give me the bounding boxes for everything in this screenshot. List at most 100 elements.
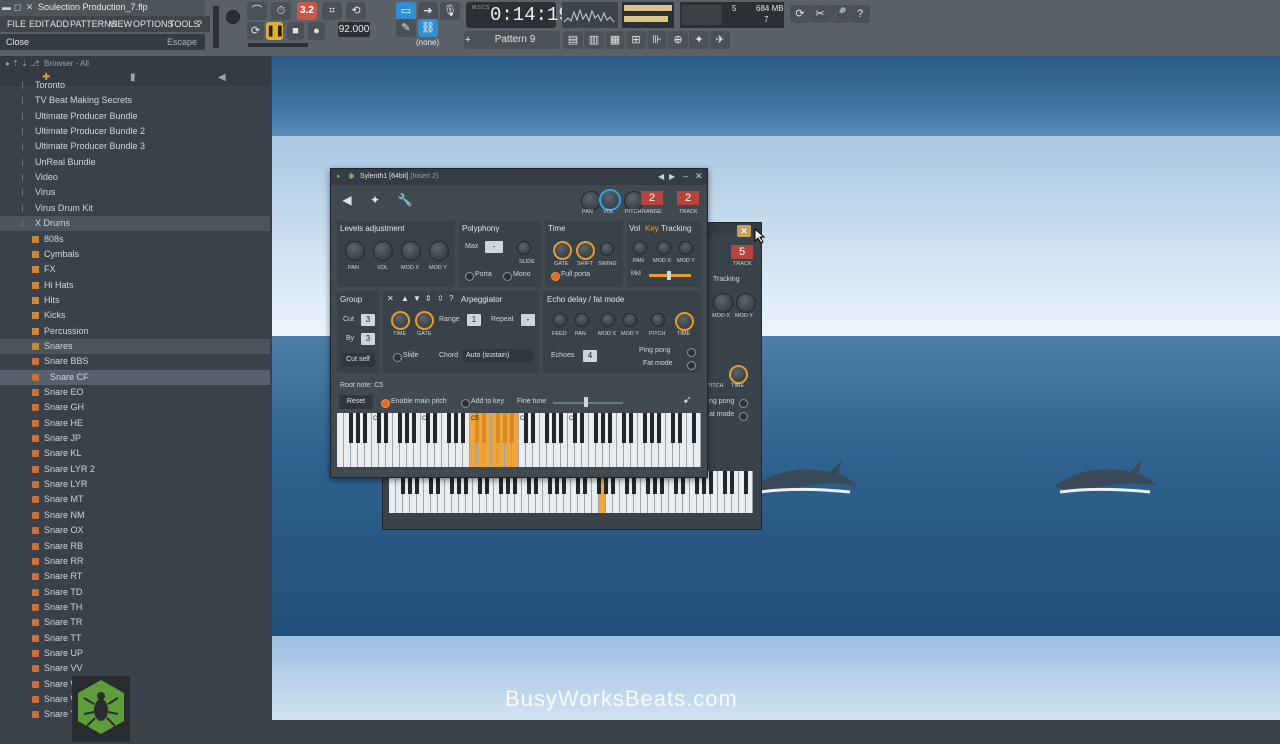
browser-folder[interactable]: UnReal Bundle	[0, 155, 270, 170]
black-key[interactable]	[608, 413, 612, 443]
record-icon[interactable]: ●	[308, 22, 325, 40]
arp-up-icon[interactable]: ▲	[401, 294, 409, 303]
browser-file[interactable]: Snare VV	[0, 661, 270, 676]
black-key[interactable]	[671, 413, 675, 443]
plugin-settings-icon[interactable]: ✦	[365, 191, 385, 209]
black-key[interactable]	[482, 413, 486, 443]
browser-file[interactable]: Snare LYR 2	[0, 462, 270, 477]
minimize-icon[interactable]: ▬	[1, 2, 12, 13]
gear-icon[interactable]: ✱	[348, 172, 355, 181]
speaker-icon[interactable]: ◀	[337, 191, 357, 209]
browser-file[interactable]: Snare HE	[0, 416, 270, 431]
prev-preset-icon[interactable]: ◀	[658, 172, 664, 181]
add-to-key-toggle[interactable]	[461, 399, 470, 408]
tracking-mod-y-knob[interactable]	[679, 241, 693, 255]
typing-keyboard-icon[interactable]: ▭	[396, 2, 416, 20]
mixer-icon[interactable]: ⊪	[647, 31, 667, 49]
arp-range-value[interactable]: 1	[467, 314, 481, 326]
browser-folder[interactable]: TV Beat Making Secrets	[0, 93, 270, 108]
black-key[interactable]	[510, 413, 514, 443]
ping-pong-toggle[interactable]	[687, 348, 696, 357]
chord-select[interactable]: Auto (sustain)	[463, 349, 533, 363]
echo-pan-knob[interactable]	[575, 313, 589, 327]
black-key[interactable]	[601, 413, 605, 443]
fine-tune-handle[interactable]	[584, 397, 588, 407]
browser-file[interactable]: Snare JP	[0, 431, 270, 446]
browser-folder[interactable]: Ultimate Producer Bundle	[0, 109, 270, 124]
help-icon[interactable]: ?	[850, 5, 870, 23]
title-arrow-icon[interactable]: ▸	[337, 172, 341, 180]
black-key[interactable]	[356, 413, 360, 443]
back-mod-x-knob[interactable]	[713, 293, 733, 313]
browser-file[interactable]: Snare WH	[0, 692, 270, 707]
browser-file[interactable]: Snare TT	[0, 631, 270, 646]
reset-button[interactable]: Reset	[339, 395, 373, 409]
browser-file[interactable]: Snare GH	[0, 400, 270, 415]
mono-toggle[interactable]	[503, 272, 512, 281]
close-icon[interactable]: ✕	[24, 2, 35, 13]
black-key[interactable]	[678, 413, 682, 443]
browser-folder[interactable]: X Drums	[0, 216, 270, 231]
plugin-icon[interactable]: ⊕	[668, 31, 688, 49]
tab-vol[interactable]: Vol	[629, 224, 640, 233]
browser-folder[interactable]: Toronto	[0, 81, 270, 93]
echo-feed-knob[interactable]	[553, 313, 567, 327]
back-fat-mode-toggle[interactable]	[739, 412, 748, 421]
black-key[interactable]	[545, 413, 549, 443]
browser-folder[interactable]: Virus	[0, 185, 270, 200]
back-mod-y-knob[interactable]	[736, 293, 756, 313]
echoes-value[interactable]: 4	[583, 350, 597, 362]
track-value[interactable]: 2	[677, 191, 699, 205]
record-arm-icon[interactable]: ✦	[689, 31, 709, 49]
arp-close-icon[interactable]: ✕	[387, 294, 394, 303]
echo-mod-y-knob[interactable]	[623, 313, 637, 327]
browser-file[interactable]: Snare UP	[0, 646, 270, 661]
echo-time-knob[interactable]	[675, 312, 694, 331]
black-key[interactable]	[559, 413, 563, 443]
browser-file[interactable]: Snare RB	[0, 539, 270, 554]
link-icon[interactable]: ⛓	[418, 19, 438, 37]
restore-icon[interactable]: ◻	[12, 2, 23, 13]
browser-folder[interactable]: Snares	[0, 339, 270, 354]
arp-updown-icon[interactable]: ⇕	[425, 294, 432, 303]
browser-folder[interactable]: Hits	[0, 293, 270, 308]
levels-mod-y-knob[interactable]	[429, 241, 449, 261]
arp-random-icon[interactable]: ?	[449, 294, 453, 303]
menu-view[interactable]: VIEW	[109, 19, 132, 29]
step-edit-icon[interactable]: ⌗	[322, 2, 342, 20]
levels-mod-x-knob[interactable]	[401, 241, 421, 261]
browser-folder[interactable]: Cymbals	[0, 247, 270, 262]
browser-file[interactable]: Snare BBS	[0, 354, 270, 369]
stop-icon[interactable]: ■	[287, 22, 304, 40]
browser-nav-icon[interactable]: ▸ ⇡ ⇣ ⎇	[6, 59, 39, 68]
pattern-selector[interactable]: Pattern 9	[470, 31, 560, 49]
fat-mode-toggle[interactable]	[687, 361, 696, 370]
gate-knob[interactable]	[553, 241, 572, 260]
browser-file[interactable]: Snare WM	[0, 677, 270, 692]
enable-main-pitch-toggle[interactable]	[381, 399, 390, 408]
header-pan-knob[interactable]	[581, 191, 601, 211]
slide-knob[interactable]	[517, 241, 531, 255]
browser-file[interactable]: Snare MT	[0, 492, 270, 507]
menu-tools[interactable]: TOOLS	[169, 19, 199, 29]
browser-file[interactable]: Snare EO	[0, 385, 270, 400]
next-preset-icon[interactable]: ▶	[669, 172, 675, 181]
black-key[interactable]	[447, 413, 451, 443]
browser-file[interactable]: Snare LYR	[0, 477, 270, 492]
time-display[interactable]: M:S:CS 0:14:19	[466, 2, 570, 28]
black-key[interactable]	[405, 413, 409, 443]
black-key[interactable]	[580, 413, 584, 443]
black-key[interactable]	[412, 413, 416, 443]
minimize-plugin-icon[interactable]: –	[683, 171, 688, 181]
browser-folder[interactable]: Video	[0, 170, 270, 185]
tab-key[interactable]: Key	[645, 224, 659, 233]
header-vol-knob[interactable]	[599, 189, 621, 211]
browser-file[interactable]: Snare TH	[0, 600, 270, 615]
full-porta-toggle[interactable]	[551, 272, 560, 281]
pause-icon[interactable]: ❚❚	[266, 22, 284, 40]
master-volume-slider[interactable]	[213, 6, 219, 48]
channel-rack-icon[interactable]: ▦	[605, 31, 625, 49]
master-pitch-knob[interactable]	[226, 10, 240, 24]
mic-icon[interactable]: 🎤	[830, 5, 850, 23]
browser-file[interactable]: Snare RR	[0, 554, 270, 569]
